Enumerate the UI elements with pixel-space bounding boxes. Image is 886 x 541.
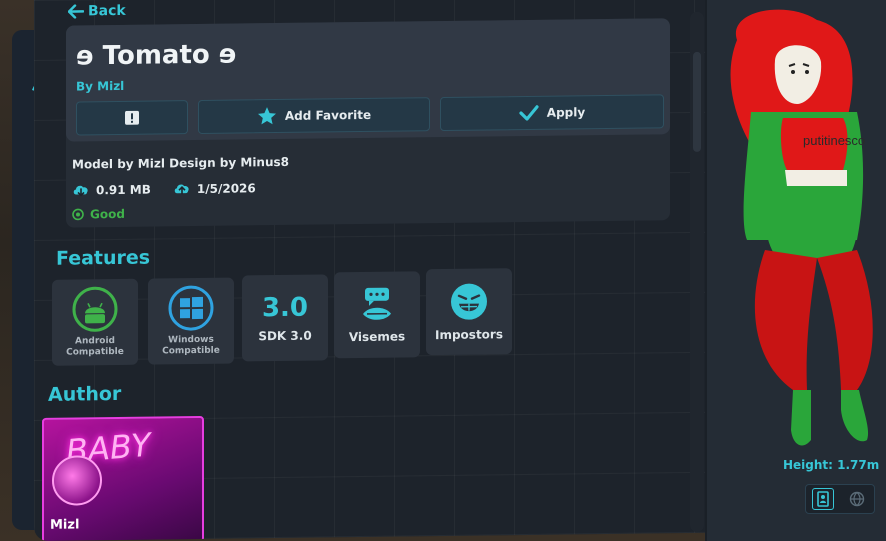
performance-label: Good [90, 206, 125, 222]
cloud-download-icon [73, 185, 88, 197]
sdk-icon: 3.0 [261, 292, 309, 324]
feature-windows: Windows Compatible [148, 277, 234, 365]
preview-globe-button[interactable] [846, 488, 868, 510]
avatar-model-figure: putitinesco [730, 9, 873, 446]
add-favorite-button[interactable]: Add Favorite [198, 97, 430, 134]
author-heading: Author [48, 382, 122, 406]
file-size: 0.91 MB [96, 182, 151, 198]
feature-windows-label: Windows Compatible [162, 334, 220, 357]
back-button[interactable]: Back [68, 3, 126, 20]
file-size-stat: 0.91 MB [72, 183, 151, 198]
contact-card-icon [817, 491, 829, 507]
report-button[interactable] [76, 100, 188, 136]
avatar-details-panel: Back ɘ Tomato ɘ By Mizl Add Favorite App… [34, 0, 740, 541]
shirt-text: putitinesco [803, 133, 865, 148]
visemes-icon [363, 287, 391, 320]
feature-visemes-label: Visemes [348, 329, 406, 345]
feature-impostors-label: Impostors [435, 327, 503, 343]
globe-icon [849, 491, 865, 507]
feature-sdk-label: SDK 3.0 [258, 328, 312, 344]
apply-label: Apply [546, 105, 586, 120]
feature-android: Android Compatible [52, 278, 138, 366]
checkmark-icon [519, 105, 539, 121]
model-credit: Model by Mizl Design by Minus8 [72, 154, 290, 172]
preview-controls [805, 484, 875, 514]
feature-impostors: Impostors [426, 268, 512, 356]
author-name: Mizl [50, 517, 80, 533]
upload-date-stat: 1/5/2026 [173, 181, 256, 196]
author-avatar [52, 455, 102, 506]
android-icon [72, 286, 118, 332]
scrollbar[interactable] [690, 11, 704, 532]
upload-date: 1/5/2026 [196, 181, 256, 197]
feature-visemes: Visemes [334, 271, 420, 359]
feature-android-label: Android Compatible [66, 336, 124, 358]
performance-circle-icon [72, 208, 84, 221]
page-title: ɘ Tomato ɘ [76, 39, 237, 72]
arrow-left-icon [68, 4, 84, 19]
avatar-preview[interactable]: putitinesco Height: 1.77m [705, 0, 886, 541]
impostors-icon [451, 283, 487, 320]
author-link[interactable]: By Mizl [76, 79, 124, 94]
height-label: Height: 1.77m [783, 458, 880, 472]
avatar-info-card: ɘ Tomato ɘ By Mizl Add Favorite Apply Mo… [66, 18, 670, 228]
star-icon [257, 107, 276, 125]
features-heading: Features [56, 246, 151, 270]
author-card[interactable]: BABY Mizl [42, 415, 204, 541]
apply-button[interactable]: Apply [440, 94, 664, 132]
feature-sdk: 3.0 SDK 3.0 [242, 274, 328, 362]
performance-rating: Good [72, 207, 125, 222]
windows-icon [168, 285, 214, 331]
report-icon [125, 110, 139, 125]
back-label: Back [88, 2, 126, 20]
preview-mode-button[interactable] [812, 488, 834, 510]
add-favorite-label: Add Favorite [284, 107, 372, 123]
scrollbar-thumb[interactable] [693, 51, 701, 152]
stats-row: 0.91 MB 1/5/2026 [72, 181, 256, 197]
cloud-upload-icon [174, 184, 189, 195]
title-card: ɘ Tomato ɘ By Mizl Add Favorite Apply [66, 18, 670, 142]
